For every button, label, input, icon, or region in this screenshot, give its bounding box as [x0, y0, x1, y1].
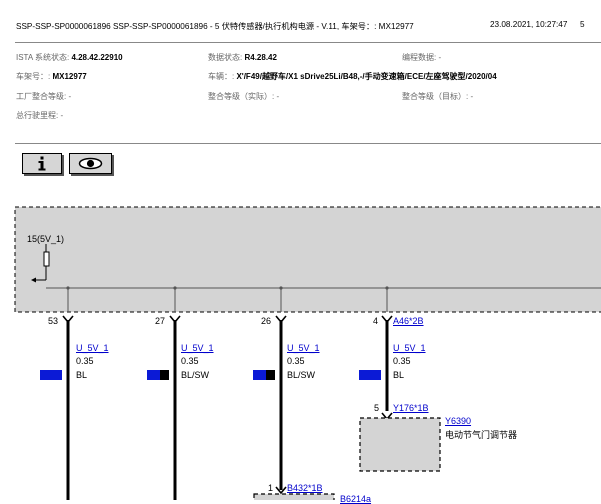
wire-color-code: BL: [76, 370, 88, 380]
connector-link-b432[interactable]: B432*1B: [287, 483, 323, 493]
wire-color-swatches: [40, 370, 381, 380]
component-code-link-b6214a[interactable]: B6214a: [340, 494, 371, 504]
supply-resistor: [43, 251, 50, 267]
component-code-link-y6390[interactable]: Y6390: [445, 416, 471, 426]
wire-cross-section: 0.35: [393, 356, 411, 366]
wiring-diagram: [14, 206, 601, 500]
wire-signal-link[interactable]: U_5V_1: [76, 343, 109, 353]
wire-cross-section: 0.35: [181, 356, 199, 366]
component-y6390-box: [359, 417, 441, 472]
connector-link-y176[interactable]: Y176*1B: [393, 403, 429, 413]
wire-signal-link[interactable]: U_5V_1: [181, 343, 214, 353]
wire-color-code: BL/SW: [181, 370, 210, 380]
pin-number: 27: [155, 316, 166, 326]
pin-chevrons: [62, 315, 393, 324]
component-name: 电动节气门调节器: [445, 430, 518, 440]
supply-label: 15(5V_1): [27, 234, 65, 244]
pin-number: 53: [48, 316, 59, 326]
component-pin-number: 5: [374, 403, 380, 413]
wire-cross-section: 0.35: [76, 356, 94, 366]
component-pin-number: 1: [268, 483, 274, 493]
pin-number: 26: [261, 316, 272, 326]
wire-lines: [66, 320, 389, 500]
wire-color-code: BL/SW: [287, 370, 316, 380]
control-unit-box: [14, 206, 601, 313]
wire-cross-section: 0.35: [287, 356, 305, 366]
connector-link-a46[interactable]: A46*2B: [393, 316, 424, 326]
component-b6214a-box: [253, 493, 335, 500]
pin-number: 4: [373, 316, 379, 326]
wire-signal-link[interactable]: U_5V_1: [287, 343, 320, 353]
wire-color-code: BL: [393, 370, 405, 380]
wire-signal-link[interactable]: U_5V_1: [393, 343, 426, 353]
